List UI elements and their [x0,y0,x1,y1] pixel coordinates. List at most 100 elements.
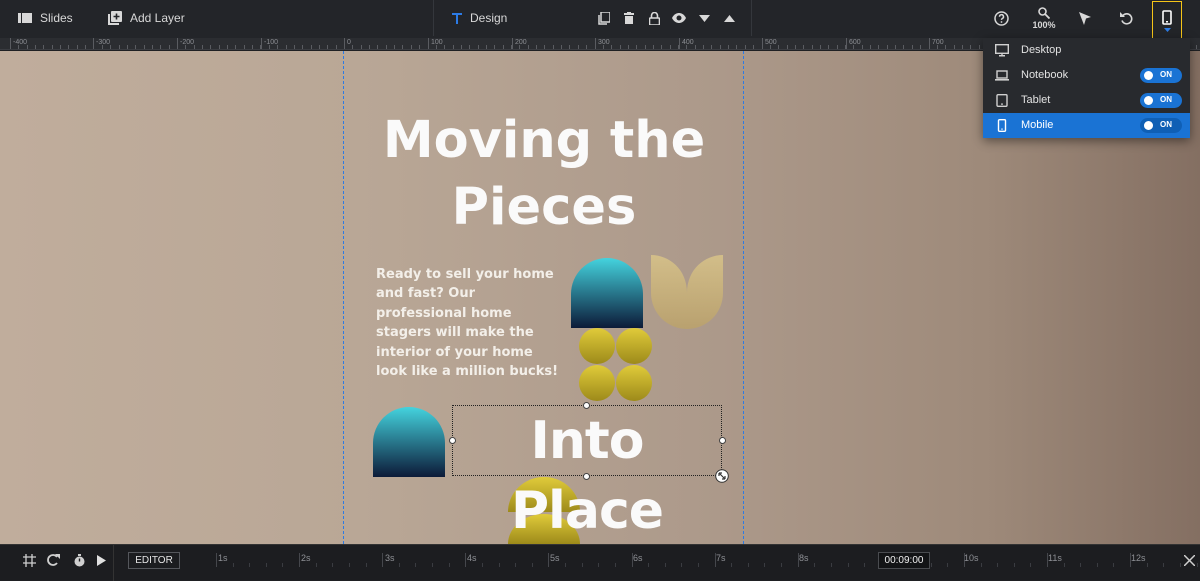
design-button[interactable]: Design [452,0,507,36]
ruler-tick [68,45,69,49]
ruler-tick [244,45,245,49]
move-layer-up-button[interactable] [716,0,742,36]
ruler-tick [210,45,211,49]
ruler-tick [1196,45,1197,49]
editor-badge[interactable]: EDITOR [128,552,180,569]
timeline-minor-tick [1163,563,1164,567]
ruler-tick [169,45,170,49]
slide-paragraph[interactable]: Ready to sell your home and fast? Our pr… [376,265,566,381]
ruler-tick [553,45,554,49]
ruler-tick [803,45,804,49]
timeline-second-label: 8s [799,553,809,563]
teal-arch-shape[interactable] [571,258,643,328]
timeline-minor-tick [332,563,333,567]
timeline-second-tick [548,553,549,567]
lock-icon [648,11,660,25]
resize-handle-top[interactable] [583,402,590,409]
ruler-tick [887,45,888,49]
ruler-tick [870,45,871,49]
timeline-minor-tick [615,563,616,567]
undo-button[interactable] [1113,0,1139,36]
mobile-icon [997,119,1007,132]
laptop-icon [995,70,1009,81]
ruler-tick [93,45,94,49]
loop-button[interactable] [40,545,66,575]
timeline-minor-tick [565,563,566,567]
timeline-second-label: 2s [301,553,311,563]
zoom-button[interactable]: 100% [1026,0,1062,36]
timeline-minor-tick [316,563,317,567]
ruler-tick [903,45,904,49]
scale-handle-icon[interactable] [715,469,729,483]
mobile-toggle[interactable]: ON [1140,118,1182,133]
ruler-tick [695,45,696,49]
ruler-tick [795,45,796,49]
device-option-desktop[interactable]: Desktop [983,38,1190,63]
ruler-tick [302,45,303,49]
timeline-minor-tick [848,563,849,567]
select-tool-button[interactable] [1072,0,1098,36]
delete-layer-button[interactable] [616,0,642,36]
timeline-minor-tick [233,563,234,567]
timeline-second-label: 7s [716,553,726,563]
ruler-tick [311,45,312,49]
resize-handle-left[interactable] [449,437,456,444]
add-layer-button[interactable]: Add Layer [108,0,185,36]
move-layer-down-button[interactable] [691,0,717,36]
play-button[interactable] [88,545,114,575]
play-icon [96,554,106,566]
slides-button[interactable]: Slides [18,0,73,36]
ruler-tick [686,45,687,49]
ruler-tick [277,45,278,49]
timeline-second-label: 3s [385,553,395,563]
ruler-tick [478,45,479,49]
ruler-tick [319,45,320,49]
ruler-tick [260,45,261,49]
timeline-minor-tick [499,563,500,567]
ruler-tick [152,45,153,49]
ruler-tick [369,45,370,49]
ruler-tick [461,45,462,49]
ruler-tick [102,45,103,49]
device-mode-button[interactable] [1152,1,1182,41]
gold-tulip-shape[interactable] [651,255,723,329]
ruler-label: 600 [849,39,861,46]
ruler-tick [536,45,537,49]
timeline-minor-tick [415,563,416,567]
ruler-label: 200 [515,39,527,46]
visibility-button[interactable] [666,0,692,36]
teal-circle-shape[interactable] [373,407,445,477]
device-option-notebook[interactable]: Notebook ON [983,63,1190,88]
ruler-tick [820,45,821,49]
resize-handle-bottom[interactable] [583,473,590,480]
close-timeline-button[interactable] [1176,545,1200,575]
tablet-toggle[interactable]: ON [1140,93,1182,108]
ruler-tick [52,45,53,49]
duplicate-layer-button[interactable] [591,0,617,36]
ruler-tick [636,45,637,49]
ruler-tick [853,45,854,49]
ruler-tick [828,45,829,49]
timeline-second-tick [299,553,300,567]
timeline-minor-tick [349,563,350,567]
notebook-toggle[interactable]: ON [1140,68,1182,83]
timeline-track[interactable] [113,545,1200,581]
timeline-second-tick [465,553,466,567]
close-icon [1183,554,1195,566]
timeline-minor-tick [399,563,400,567]
slide-title-line-2[interactable]: Pieces [344,178,744,238]
ruler-tick [895,45,896,49]
timeline-minor-tick [831,563,832,567]
ruler-tick [361,45,362,49]
gold-circles-cluster[interactable] [579,328,653,402]
device-option-mobile[interactable]: Mobile ON [983,113,1190,138]
device-option-tablet[interactable]: Tablet ON [983,88,1190,113]
timeline-grid-button[interactable] [16,545,42,575]
ruler-tick [519,45,520,49]
timeline-minor-tick [864,563,865,567]
lock-layer-button[interactable] [641,0,667,36]
current-time-display[interactable]: 00:09:00 [878,552,930,569]
slide-title-line-1[interactable]: Moving the [344,111,744,171]
resize-handle-right[interactable] [719,437,726,444]
help-button[interactable] [988,0,1014,36]
